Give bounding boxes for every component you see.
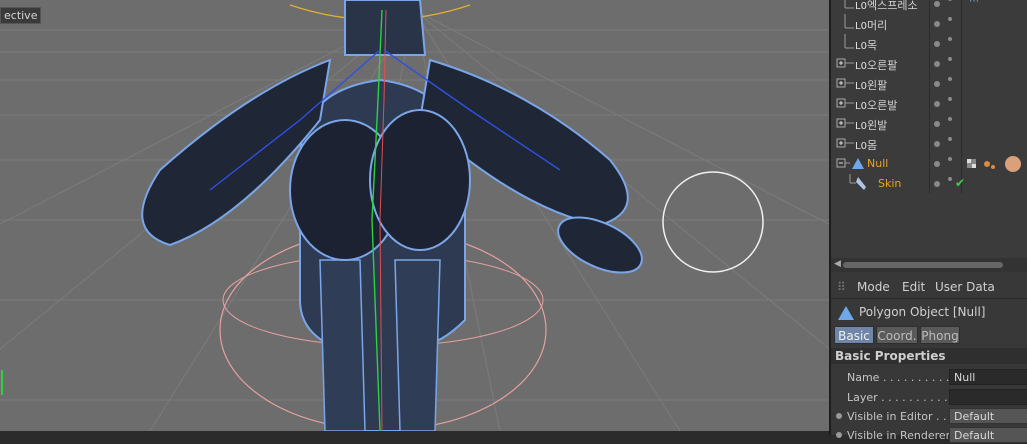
object-name: 머리 — [867, 19, 888, 32]
svg-text:L0: L0 — [855, 141, 867, 152]
object-row[interactable]: Skin ✔ — [831, 174, 1027, 194]
object-row[interactable]: L0 목 — [831, 34, 1027, 54]
visible-renderer-label: Visible in Renderer — [847, 429, 951, 442]
object-row[interactable]: L0 몸 — [831, 134, 1027, 154]
object-manager[interactable]: L0 엑스프레소 ⋯ L0 머리 L0 목 L0 오른팔 L0 왼팔 L0 오른… — [831, 0, 1027, 258]
name-label: Name . . . . . . . . . . . — [847, 371, 957, 384]
polygon-object-icon — [838, 306, 854, 320]
object-name: Skin — [878, 177, 902, 190]
object-row[interactable]: L0 왼팔 — [831, 74, 1027, 94]
object-name: 왼발 — [867, 119, 888, 132]
editor-visibility-dot[interactable] — [934, 161, 940, 167]
grip-icon: ⠿ — [837, 280, 846, 294]
object-row[interactable]: L0 오른팔 — [831, 54, 1027, 74]
editor-visibility-dot[interactable] — [934, 121, 940, 127]
visible-editor-label: Visible in Editor . . — [847, 410, 947, 423]
render-visibility-dot[interactable] — [948, 0, 952, 1]
tab-basic[interactable]: Basic — [834, 326, 874, 344]
visible-editor-row: Visible in Editor . . Default — [831, 407, 1027, 425]
name-field-row: Name . . . . . . . . . . . Null — [831, 368, 1027, 386]
object-name: 왼팔 — [867, 79, 888, 92]
svg-text:L0: L0 — [855, 21, 867, 32]
object-name: 오른팔 — [867, 59, 898, 72]
section-header: Basic Properties — [831, 348, 1027, 364]
layer-input[interactable] — [949, 389, 1027, 405]
attribute-manager: ⠿ Mode Edit User Data Polygon Object [Nu… — [831, 272, 1027, 443]
viewport-scene — [0, 0, 829, 431]
editor-visibility-dot[interactable] — [934, 181, 940, 187]
3d-viewport[interactable]: ective — [0, 0, 829, 431]
editor-visibility-dot[interactable] — [934, 61, 940, 67]
render-visibility-dot[interactable] — [948, 37, 952, 41]
object-row[interactable]: L0 오른발 — [831, 94, 1027, 114]
editor-visibility-dot[interactable] — [934, 101, 940, 107]
render-visibility-dot[interactable] — [948, 17, 952, 21]
scrollbar-thumb[interactable] — [843, 262, 1003, 268]
svg-text:L0: L0 — [855, 101, 867, 112]
editor-visibility-dot[interactable] — [934, 81, 940, 87]
svg-text:L0: L0 — [855, 1, 867, 12]
object-name: 엑스프레소 — [867, 0, 918, 12]
menu-mode[interactable]: Mode — [857, 280, 890, 294]
visible-editor-select[interactable]: Default — [949, 408, 1027, 424]
render-visibility-dot[interactable] — [948, 117, 952, 121]
object-name: Null — [867, 157, 889, 170]
material-tags[interactable] — [965, 155, 1027, 173]
horizontal-scrollbar[interactable]: ◀ — [831, 258, 1027, 272]
name-input[interactable]: Null — [949, 369, 1027, 385]
render-visibility-dot[interactable] — [948, 177, 952, 181]
layer-label: Layer . . . . . . . . . . . — [847, 391, 955, 404]
viewport-projection-label[interactable]: ective — [0, 7, 42, 24]
render-visibility-dot[interactable] — [948, 77, 952, 81]
object-name: 몸 — [867, 139, 878, 152]
animation-radio-icon[interactable] — [836, 432, 842, 438]
object-name: 목 — [867, 39, 878, 52]
render-visibility-dot[interactable] — [948, 57, 952, 61]
svg-text:L0: L0 — [855, 121, 867, 132]
render-visibility-dot[interactable] — [948, 97, 952, 101]
checkmark-icon[interactable]: ✔ — [955, 176, 965, 190]
object-title: Polygon Object [Null] — [859, 305, 986, 319]
object-row[interactable]: Null — [831, 154, 1027, 174]
svg-text:L0: L0 — [855, 61, 867, 72]
attribute-menubar: ⠿ Mode Edit User Data — [831, 276, 1027, 299]
svg-text:L0: L0 — [855, 81, 867, 92]
scroll-left-icon[interactable]: ◀ — [834, 259, 841, 269]
object-row[interactable]: L0 엑스프레소 ⋯ — [831, 0, 1027, 14]
render-visibility-dot[interactable] — [948, 137, 952, 141]
menu-edit[interactable]: Edit — [902, 280, 925, 294]
object-row[interactable]: L0 머리 — [831, 14, 1027, 34]
object-row[interactable]: L0 왼발 — [831, 114, 1027, 134]
layer-field-row: Layer . . . . . . . . . . . — [831, 388, 1027, 406]
visible-renderer-row: Visible in Renderer Default — [831, 426, 1027, 444]
visible-renderer-select[interactable]: Default — [949, 427, 1027, 443]
animation-radio-icon[interactable] — [836, 413, 842, 419]
expresso-tag-icon[interactable]: ⋯ — [969, 0, 979, 7]
object-name: 오른발 — [867, 99, 898, 112]
tab-phong[interactable]: Phong — [920, 326, 960, 344]
editor-visibility-dot[interactable] — [934, 21, 940, 27]
editor-visibility-dot[interactable] — [934, 1, 940, 7]
editor-visibility-dot[interactable] — [934, 141, 940, 147]
render-visibility-dot[interactable] — [948, 157, 952, 161]
tab-coord[interactable]: Coord. — [876, 326, 918, 344]
menu-user-data[interactable]: User Data — [935, 280, 995, 294]
editor-visibility-dot[interactable] — [934, 41, 940, 47]
svg-text:L0: L0 — [855, 41, 867, 52]
skin-deformer-icon — [849, 174, 866, 190]
